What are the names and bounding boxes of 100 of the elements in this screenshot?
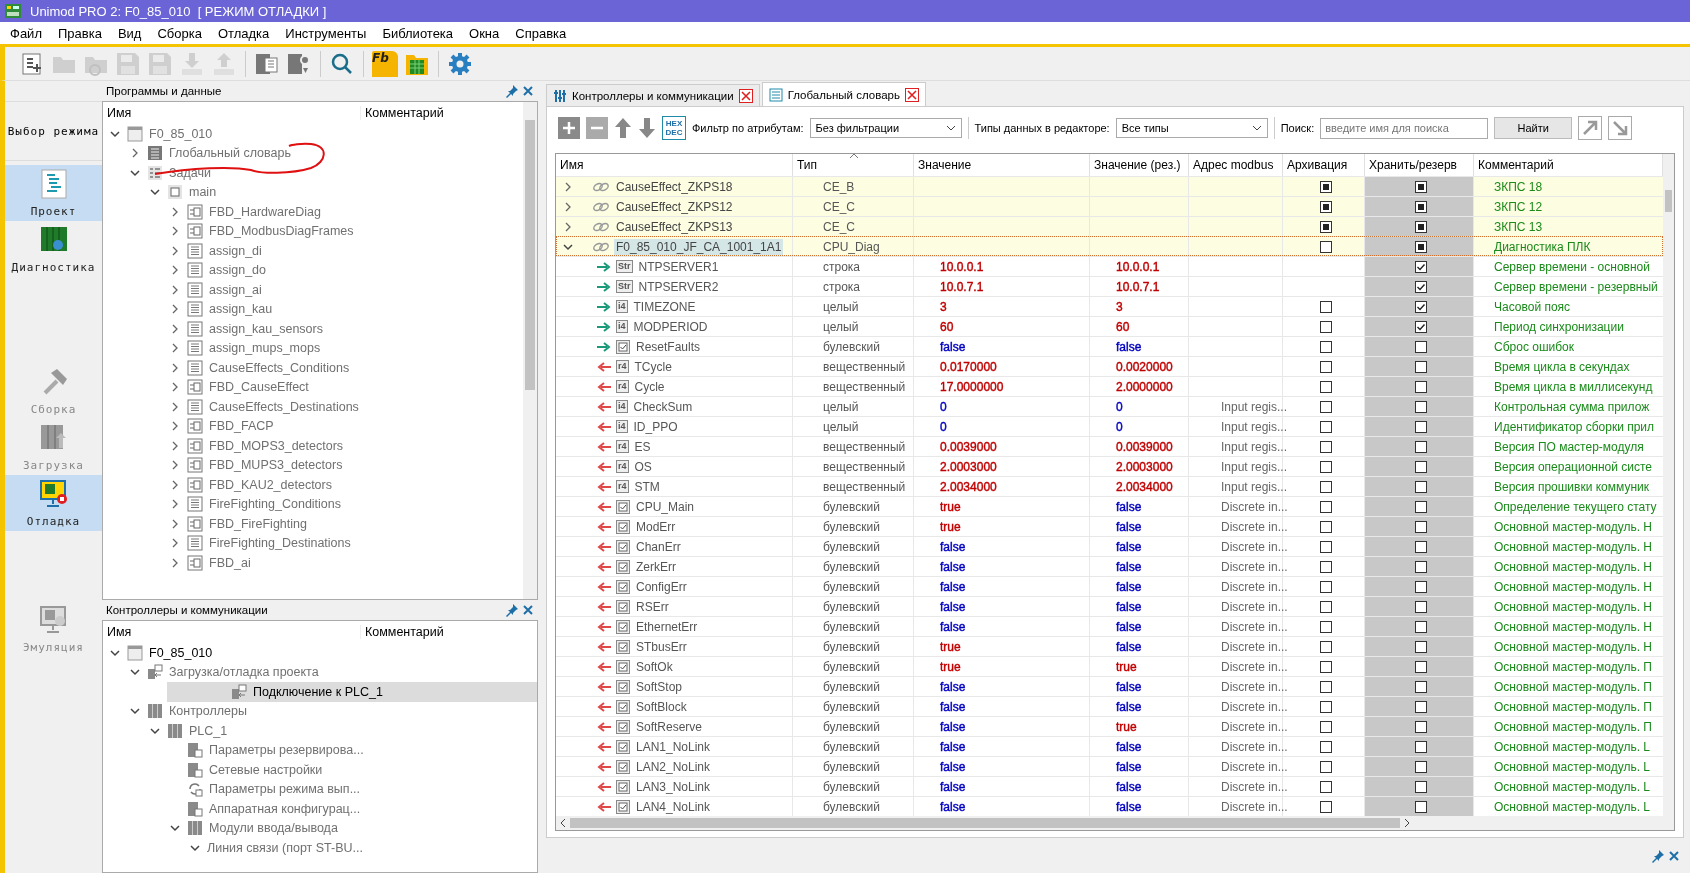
tree-item[interactable]: Параметры резервирова... — [209, 743, 364, 758]
checkbox[interactable] — [1415, 220, 1427, 233]
checkbox[interactable] — [1415, 760, 1427, 773]
checkbox[interactable] — [1415, 440, 1427, 453]
expand-icon[interactable] — [1578, 116, 1603, 140]
tree-item[interactable]: assign_di — [209, 243, 262, 258]
value-cell[interactable]: true — [940, 519, 961, 534]
tree-item[interactable]: Параметры режима вып... — [209, 782, 361, 797]
mode-button[interactable]: Отладка — [5, 475, 102, 531]
variable-name[interactable]: NTPSERVER2 — [638, 279, 719, 294]
checkbox[interactable] — [1319, 420, 1332, 433]
value-cell[interactable]: false — [940, 599, 966, 614]
value-cell[interactable]: false — [1116, 639, 1142, 654]
arrow-down-icon[interactable] — [638, 117, 656, 139]
variable-name[interactable]: CPU_Main — [636, 499, 695, 514]
tree-item[interactable]: assign_do — [209, 263, 266, 278]
menu-item[interactable]: Отладка — [209, 25, 278, 41]
value-cell[interactable]: 0.0170000 — [940, 359, 997, 374]
close-icon[interactable] — [522, 85, 534, 97]
checkbox[interactable] — [1415, 180, 1427, 193]
pin-icon[interactable] — [1651, 848, 1665, 863]
column-header[interactable]: Комментарий — [361, 106, 444, 120]
checkbox[interactable] — [1415, 360, 1427, 373]
fb-button[interactable]: Fb — [372, 50, 398, 77]
tree-item[interactable]: Подключение к PLC_1 — [253, 684, 383, 699]
value-cell[interactable]: false — [940, 619, 966, 634]
tree-item[interactable]: FBD_MOPS3_detectors — [209, 438, 344, 453]
add-icon[interactable] — [558, 117, 580, 139]
checkbox[interactable] — [1319, 340, 1332, 353]
checkbox[interactable] — [1319, 520, 1332, 533]
column-header[interactable]: Комментарий — [361, 625, 444, 639]
checkbox[interactable] — [1415, 540, 1427, 553]
value-cell[interactable]: false — [1116, 679, 1142, 694]
hex-dec-button[interactable]: HEX DEC — [662, 116, 686, 140]
checkbox[interactable] — [1415, 260, 1427, 273]
value-cell[interactable]: true — [940, 659, 961, 674]
checkbox[interactable] — [1319, 200, 1332, 213]
value-cell[interactable]: 0 — [1116, 419, 1123, 434]
tree-item[interactable]: F0_85_010 — [149, 126, 213, 141]
variable-name[interactable]: ZerkErr — [636, 559, 676, 574]
value-cell[interactable]: false — [940, 739, 966, 754]
variable-name[interactable]: TCycle — [634, 359, 672, 374]
checkbox[interactable] — [1319, 720, 1332, 733]
checkbox[interactable] — [1415, 640, 1427, 653]
checkbox[interactable] — [1415, 200, 1427, 213]
value-cell[interactable]: false — [1116, 619, 1142, 634]
dropdown[interactable]: Без фильтрации — [809, 118, 962, 138]
value-cell[interactable]: 2.0034000 — [1116, 479, 1173, 494]
variable-name[interactable]: Cycle — [634, 379, 665, 394]
menu-item[interactable]: Справка — [507, 25, 575, 41]
checkbox[interactable] — [1415, 420, 1427, 433]
variable-name[interactable]: SoftReserve — [636, 719, 703, 734]
tree-item[interactable]: FBD_ai — [209, 555, 251, 570]
value-cell[interactable]: 3 — [1116, 299, 1123, 314]
tree-item[interactable]: F0_85_010 — [149, 645, 213, 660]
checkbox[interactable] — [1319, 600, 1332, 613]
value-cell[interactable]: false — [940, 679, 966, 694]
value-cell[interactable]: false — [1116, 499, 1142, 514]
checkbox[interactable] — [1319, 220, 1332, 233]
find-button[interactable]: Найти — [1494, 117, 1573, 139]
checkbox[interactable] — [1415, 240, 1427, 253]
value-cell[interactable]: 0.0039000 — [940, 439, 997, 454]
value-cell[interactable]: true — [1116, 659, 1137, 674]
checkbox[interactable] — [1415, 460, 1427, 473]
checkbox[interactable] — [1415, 660, 1427, 673]
value-cell[interactable]: false — [1116, 779, 1142, 794]
value-cell[interactable]: true — [940, 639, 961, 654]
menu-item[interactable]: Окна — [461, 25, 508, 41]
value-cell[interactable]: false — [1116, 759, 1142, 774]
tree-item[interactable]: Модули ввода/вывода — [209, 821, 338, 836]
value-cell[interactable]: true — [940, 499, 961, 514]
checkbox[interactable] — [1319, 380, 1332, 393]
close-icon[interactable] — [738, 88, 753, 103]
checkbox[interactable] — [1415, 500, 1427, 513]
value-cell[interactable]: false — [940, 579, 966, 594]
value-cell[interactable]: 2.0000000 — [1116, 379, 1173, 394]
value-cell[interactable]: false — [1116, 519, 1142, 534]
checkbox[interactable] — [1319, 540, 1332, 553]
value-cell[interactable]: false — [940, 539, 966, 554]
checkbox[interactable] — [1415, 800, 1427, 813]
variable-name[interactable]: SoftStop — [636, 679, 683, 694]
tree-item[interactable]: CauseEffects_Conditions — [209, 360, 350, 375]
checkbox[interactable] — [1415, 400, 1427, 413]
value-cell[interactable]: false — [1116, 579, 1142, 594]
variable-name[interactable]: LAN2_NoLink — [636, 759, 711, 774]
variable-name[interactable]: OS — [634, 459, 652, 474]
variable-name[interactable]: RSErr — [636, 599, 669, 614]
variable-name[interactable]: LAN1_NoLink — [636, 739, 711, 754]
settings-icon[interactable] — [447, 50, 473, 77]
variable-name[interactable]: ModErr — [636, 519, 676, 534]
pin-icon[interactable] — [505, 603, 519, 617]
editor-tab[interactable]: Контроллеры и коммуникации — [546, 84, 760, 106]
tree-item[interactable]: FBD_FireFighting — [209, 516, 307, 531]
value-cell[interactable]: 10.0.7.1 — [1116, 279, 1160, 294]
value-cell[interactable]: false — [940, 779, 966, 794]
checkbox[interactable] — [1319, 500, 1332, 513]
checkbox[interactable] — [1319, 440, 1332, 453]
checkbox[interactable] — [1415, 560, 1427, 573]
checkbox[interactable] — [1319, 560, 1332, 573]
value-cell[interactable]: 60 — [940, 319, 954, 334]
